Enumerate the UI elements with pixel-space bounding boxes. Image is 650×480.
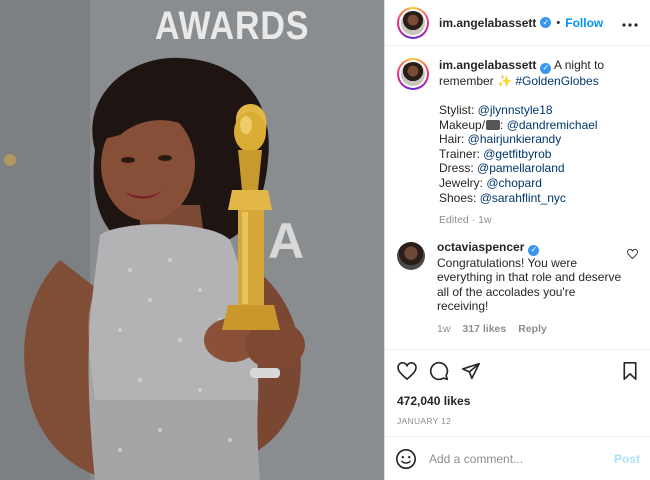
post-caption: im.angelabassett ✓ A night to remember ✨ … xyxy=(397,58,638,228)
reply-button[interactable]: Reply xyxy=(518,322,547,337)
credit-hair: Hair: @hairjunkierandy xyxy=(439,132,562,147)
author-avatar[interactable] xyxy=(397,6,429,39)
comment-icon[interactable] xyxy=(429,361,449,381)
comment-likes[interactable]: 317 likes xyxy=(462,322,506,337)
credit-jewelry: Jewelry: @chopard xyxy=(439,175,542,190)
share-icon[interactable] xyxy=(461,362,481,380)
more-options-icon[interactable] xyxy=(622,15,638,31)
post-date: JANUARY 12 xyxy=(397,416,452,426)
caption-meta: Edited · 1w xyxy=(439,214,492,227)
bookmark-icon[interactable] xyxy=(622,362,638,380)
post-photo[interactable]: AWARDS A xyxy=(0,0,384,480)
comment-like-heart-icon[interactable] xyxy=(627,248,638,262)
post-dialog: AWARDS A im.angelabassett ✓ • Follow im.… xyxy=(0,0,650,480)
verified-badge-icon: ✓ xyxy=(540,17,552,28)
credit-dress: Dress: @pamellaroland xyxy=(439,161,565,176)
credit-makeup: Makeup/: @dandremichael xyxy=(439,117,598,132)
verified-badge-icon: ✓ xyxy=(540,62,552,74)
post-actions: 472,040 likes JANUARY 12 xyxy=(385,349,650,436)
backdrop-awards-text: AWARDS xyxy=(155,4,310,48)
commenter-username[interactable]: octaviaspencer xyxy=(437,240,524,254)
sparkles-emoji: ✨ xyxy=(497,73,512,88)
verified-badge-icon: ✓ xyxy=(528,244,540,256)
follow-button[interactable]: Follow xyxy=(565,16,603,30)
caption-text: im.angelabassett ✓ A night to remember ✨ … xyxy=(439,58,638,228)
post-side-panel: im.angelabassett ✓ • Follow im.angelabas… xyxy=(384,0,650,480)
credit-trainer: Trainer: @getfitbyrob xyxy=(439,146,552,161)
credit-shoes: Shoes: @sarahflint_nyc xyxy=(439,190,566,205)
hashtag-link[interactable]: #GoldenGlobes xyxy=(515,74,598,88)
comment-meta: 1w 317 likes Reply xyxy=(437,322,623,337)
comment-text: Congratulations! You were everything in … xyxy=(437,255,622,314)
backdrop-letter: A xyxy=(268,213,305,269)
author-username[interactable]: im.angelabassett xyxy=(439,16,536,30)
comment-age: 1w xyxy=(437,322,451,335)
like-heart-icon[interactable] xyxy=(397,362,417,380)
author-avatar-image xyxy=(401,10,425,35)
camera-emoji-icon xyxy=(486,119,501,130)
comment-input[interactable] xyxy=(429,451,614,466)
caption-username[interactable]: im.angelabassett xyxy=(439,58,536,72)
header-separator: • xyxy=(556,16,561,29)
credit-stylist: Stylist: @jlynnstyle18 xyxy=(439,102,553,117)
post-header: im.angelabassett ✓ • Follow xyxy=(385,0,650,46)
photo-illustration xyxy=(0,0,384,480)
comment-item: octaviaspencer ✓ Congratulations! You wer… xyxy=(397,240,638,337)
post-comment-button[interactable]: Post xyxy=(614,452,640,466)
likes-count[interactable]: 472,040 likes xyxy=(397,394,638,408)
add-comment-bar: Post xyxy=(385,436,650,480)
caption-avatar[interactable] xyxy=(397,58,429,90)
commenter-avatar[interactable] xyxy=(397,241,425,270)
comments-area[interactable]: im.angelabassett ✓ A night to remember ✨ … xyxy=(385,46,650,349)
emoji-icon[interactable] xyxy=(395,448,417,470)
